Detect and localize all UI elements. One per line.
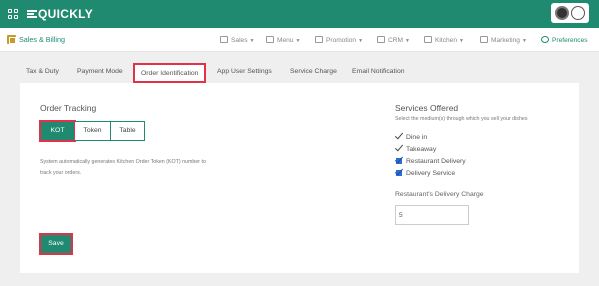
service-label: Restaurant Delivery	[406, 158, 466, 165]
services-subtitle: Select the medium(s) through which you s…	[395, 116, 528, 122]
app-logo[interactable]: QUICKLY	[27, 7, 93, 21]
tag-icon	[315, 36, 323, 43]
nav-item-label: Menu	[277, 37, 294, 44]
nav-item-label: Preferences	[552, 37, 588, 44]
service-delivery-service[interactable]: Delivery Service	[396, 170, 455, 177]
nav-item-preferences[interactable]: Preferences	[541, 36, 588, 44]
menu-icon	[266, 36, 274, 43]
megaphone-icon	[480, 36, 488, 43]
order-tracking-selector: KOT Token Table	[39, 120, 145, 142]
checkbox-checked-icon[interactable]	[396, 146, 402, 152]
tab-service-charge[interactable]: Service Charge	[290, 68, 337, 75]
chevron-down-icon: ▼	[405, 38, 410, 44]
order-tracking-description: System automatically generates Kitchen O…	[40, 159, 206, 176]
monitor-icon	[220, 36, 228, 43]
nav-item-menu[interactable]: Menu ▼	[266, 36, 300, 44]
option-table[interactable]: Table	[111, 121, 145, 141]
option-token[interactable]: Token	[75, 121, 111, 141]
settings-card: Order Tracking KOT Token Table System au…	[20, 83, 579, 273]
service-label: Delivery Service	[406, 170, 456, 177]
nav-item-label: Kitchen	[435, 37, 457, 44]
billing-icon	[7, 35, 16, 44]
tab-email-notification[interactable]: Email Notification	[352, 68, 405, 75]
nav-item-label: CRM	[388, 37, 404, 44]
delivery-charge-label: Restaurant's Delivery Charge	[395, 191, 484, 198]
service-dine-in[interactable]: Dine in	[396, 134, 427, 141]
gear-icon	[541, 36, 549, 43]
nav-item-label: Sales	[231, 37, 248, 44]
service-restaurant-delivery[interactable]: Restaurant Delivery	[396, 158, 466, 165]
tab-order-identification[interactable]: Order Identification	[133, 63, 207, 83]
service-takeaway[interactable]: Takeaway	[396, 146, 436, 153]
order-tracking-title: Order Tracking	[40, 103, 97, 113]
chevron-down-icon: ▼	[358, 38, 364, 44]
chevron-down-icon: ▼	[295, 38, 301, 44]
user-avatars[interactable]	[551, 3, 589, 23]
chevron-down-icon: ▼	[249, 38, 255, 44]
delivery-charge-input[interactable]	[395, 205, 469, 225]
avatar[interactable]	[571, 6, 585, 20]
module-brand[interactable]: Sales & Billing	[7, 35, 65, 44]
chevron-down-icon: ▼	[521, 38, 527, 44]
services-title: Services Offered	[395, 103, 459, 113]
nav-item-sales[interactable]: Sales ▼	[220, 36, 254, 44]
checkbox-checked-icon[interactable]	[396, 170, 402, 176]
module-nav: Sales & Billing Sales ▼ Menu ▼ Promotion ▼ …	[0, 28, 599, 52]
chevron-down-icon: ▼	[459, 38, 464, 44]
option-kot[interactable]: KOT	[39, 120, 76, 142]
tab-tax-duty[interactable]: Tax & Duty	[26, 68, 59, 75]
checkbox-checked-icon[interactable]	[396, 134, 402, 140]
logo-bars-icon	[27, 9, 37, 19]
avatar[interactable]	[555, 6, 569, 20]
apps-grid-icon[interactable]	[8, 9, 18, 19]
nav-item-promotion[interactable]: Promotion ▼	[315, 36, 363, 44]
tab-app-user-settings[interactable]: App User Settings	[217, 68, 272, 75]
chef-icon	[424, 36, 432, 43]
logo-text: QUICKLY	[38, 7, 93, 21]
tab-payment-mode[interactable]: Payment Mode	[77, 68, 123, 75]
nav-item-label: Promotion	[326, 37, 357, 44]
nav-item-label: Marketing	[491, 37, 520, 44]
top-bar: QUICKLY	[0, 0, 599, 28]
service-label: Takeaway	[406, 146, 437, 153]
users-icon	[377, 36, 385, 43]
save-button[interactable]: Save	[39, 233, 73, 255]
nav-item-kitchen[interactable]: Kitchen ▼	[424, 36, 464, 44]
settings-tabs: Tax & Duty Payment Mode Order Identifica…	[0, 63, 599, 83]
service-label: Dine in	[406, 134, 428, 141]
checkbox-checked-icon[interactable]	[396, 158, 402, 164]
nav-item-crm[interactable]: CRM ▼	[377, 36, 410, 44]
module-brand-label: Sales & Billing	[19, 35, 65, 44]
nav-item-marketing[interactable]: Marketing ▼	[480, 36, 527, 44]
